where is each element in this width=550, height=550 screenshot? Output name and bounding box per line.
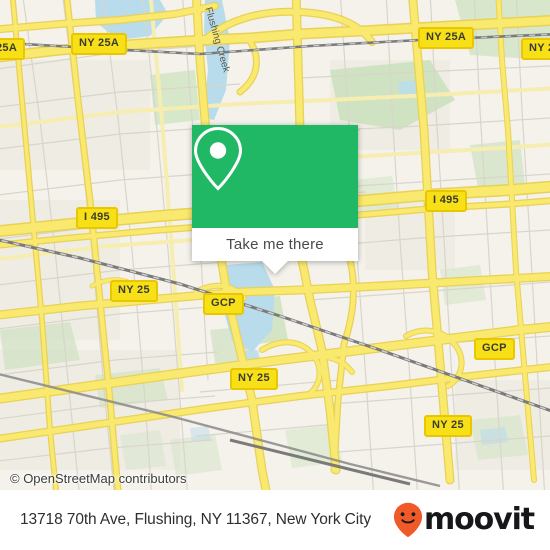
shield-ny-25-southeast: NY 25	[424, 415, 472, 437]
map-pin-icon	[193, 126, 243, 191]
shield-gcp-east: GCP	[474, 338, 515, 360]
shield-ny-25a-west-clipped: 25A	[0, 38, 26, 60]
openstreetmap-attribution[interactable]: © OpenStreetMap contributors	[10, 471, 187, 486]
popup-footer[interactable]: Take me there	[192, 228, 358, 274]
shield-ny-25-west: NY 25	[110, 280, 158, 302]
location-popup-card[interactable]: Take me there	[192, 125, 358, 274]
map-canvas[interactable]: Flushing Creek 25A NY 25A NY 25A NY 2 I …	[0, 0, 550, 490]
moovit-pin-icon	[393, 502, 423, 538]
shield-i-495-east: I 495	[425, 190, 467, 212]
shield-ny-25a-northeast: NY 25A	[418, 27, 475, 49]
moovit-logo[interactable]: moovit	[393, 502, 535, 538]
footer-bar: 13718 70th Ave, Flushing, NY 11367, New …	[0, 490, 550, 550]
moovit-wordmark: moovit	[423, 502, 535, 537]
popup-header	[192, 125, 358, 228]
address-label: 13718 70th Ave, Flushing, NY 11367, New …	[20, 511, 371, 528]
popup-pointer-tail	[262, 261, 288, 274]
shield-ny-25a-northwest: NY 25A	[71, 33, 128, 55]
shield-ny-25-center: NY 25	[230, 368, 278, 390]
take-me-there-label: Take me there	[226, 236, 324, 253]
shield-gcp-center: GCP	[203, 293, 244, 315]
moovit-map-screenshot: Flushing Creek 25A NY 25A NY 25A NY 2 I …	[0, 0, 550, 550]
shield-ny-25a-east-clipped: NY 2	[521, 38, 550, 60]
shield-i-495-west: I 495	[76, 207, 118, 229]
